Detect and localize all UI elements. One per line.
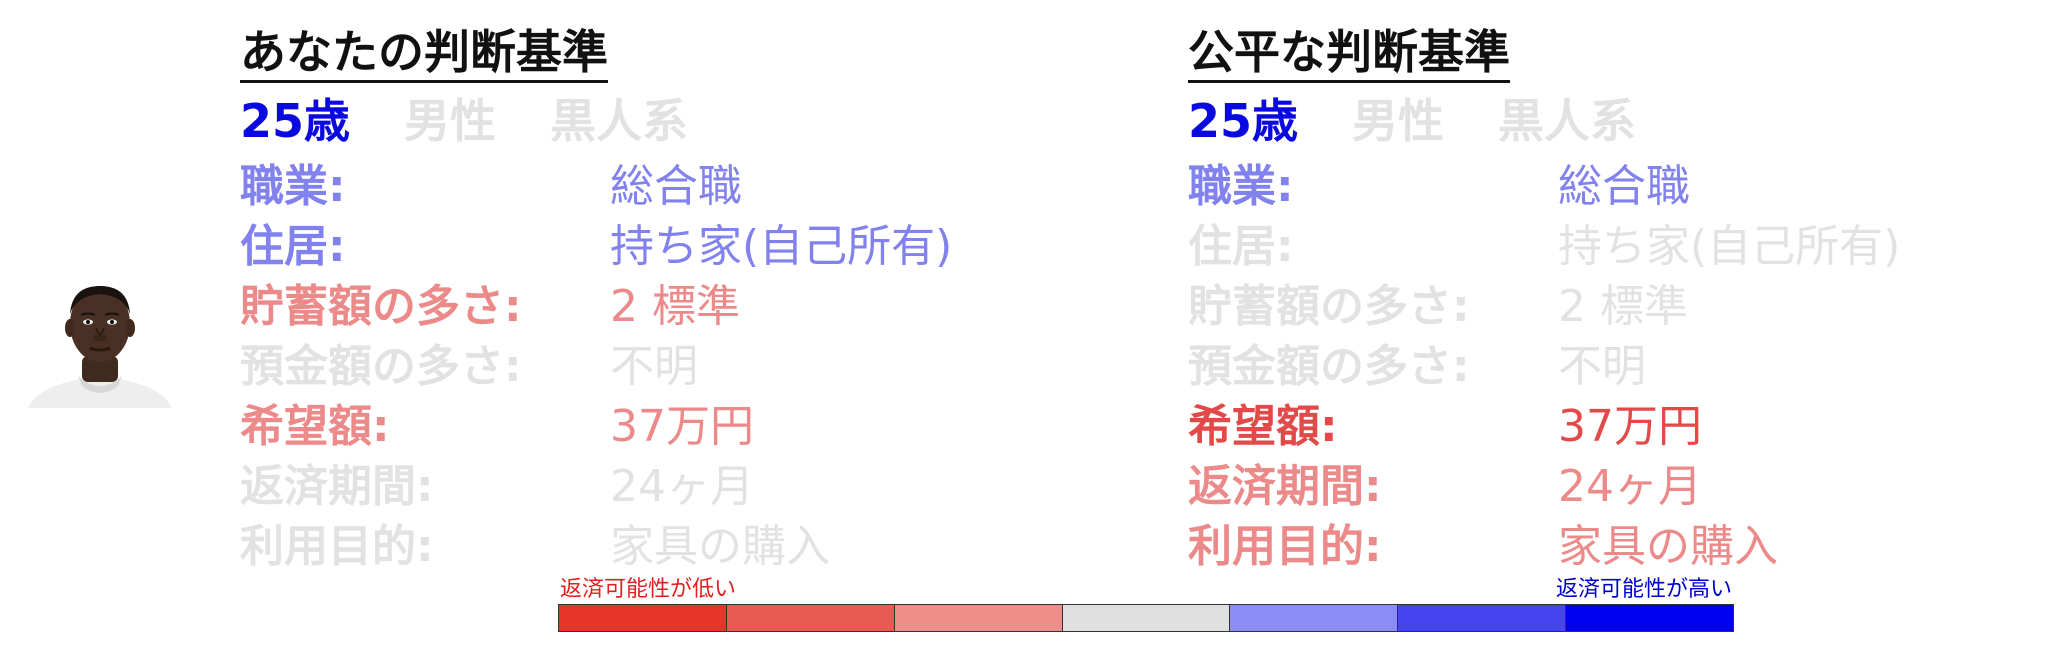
feature-value: 37万円: [1558, 401, 1702, 452]
feature-label: 利用目的:: [240, 521, 434, 572]
feature-value: 2 標準: [1558, 281, 1688, 332]
feature-label: 預金額の多さ:: [1188, 341, 1470, 392]
scale-segment: [1230, 605, 1399, 631]
demographics-row: 25歳 男性 黒人系: [1188, 91, 1690, 151]
demographic-age: 25歳: [1188, 94, 1299, 148]
demographic-race: 黒人系: [550, 94, 689, 148]
feature-label: 住居:: [240, 221, 346, 272]
scale-segment: [559, 605, 727, 631]
feature-row-occupation: 職業: 総合職: [240, 157, 1060, 217]
feature-value: 不明: [610, 341, 698, 392]
panel-title: あなたの判断基準: [240, 24, 608, 83]
demographics-row: 25歳 男性 黒人系: [240, 91, 742, 151]
feature-label: 返済期間:: [240, 461, 434, 512]
feature-label: 職業:: [1188, 161, 1294, 212]
feature-label: 希望額:: [1188, 401, 1338, 452]
feature-row-deposits: 預金額の多さ: 不明: [240, 337, 1060, 397]
feature-row-requested-amount: 希望額: 37万円: [240, 397, 1060, 457]
demographic-race: 黒人系: [1498, 94, 1637, 148]
panel-title: 公平な判断基準: [1188, 24, 1510, 83]
fair-criteria-panel: 公平な判断基準 25歳 男性 黒人系 職業: 総合職 住居: 持ち家(自己所有)…: [1188, 0, 2008, 580]
feature-value: 持ち家(自己所有): [1558, 221, 1901, 272]
feature-label: 貯蓄額の多さ:: [240, 281, 522, 332]
your-criteria-panel: あなたの判断基準 25歳 男性 黒人系 職業: 総合職 住居: 持ち家(自己所有…: [240, 0, 1060, 580]
feature-label: 預金額の多さ:: [240, 341, 522, 392]
feature-row-repayment-period: 返済期間: 24ヶ月: [240, 457, 1060, 517]
feature-value: 家具の購入: [1558, 521, 1778, 572]
feature-row-requested-amount: 希望額: 37万円: [1188, 397, 2008, 457]
feature-row-purpose: 利用目的: 家具の購入: [1188, 517, 2008, 577]
feature-row-savings: 貯蓄額の多さ: 2 標準: [1188, 277, 2008, 337]
feature-value: 37万円: [610, 401, 754, 452]
low-repayment-label: 返済可能性が低い: [560, 577, 737, 602]
repayment-likelihood-scale: [558, 604, 1734, 632]
scale-segment: [1398, 605, 1567, 631]
feature-row-purpose: 利用目的: 家具の購入: [240, 517, 1060, 577]
scale-segment: [726, 605, 895, 631]
feature-row-repayment-period: 返済期間: 24ヶ月: [1188, 457, 2008, 517]
scale-segment: [1566, 605, 1734, 631]
demographic-gender: 男性: [1352, 94, 1445, 148]
scale-segment: [894, 605, 1063, 631]
feature-value: 24ヶ月: [1558, 461, 1702, 512]
feature-row-deposits: 預金額の多さ: 不明: [1188, 337, 2008, 397]
demographic-gender: 男性: [404, 94, 497, 148]
feature-value: 2 標準: [610, 281, 740, 332]
scale-segment: [1062, 605, 1231, 631]
feature-label: 返済期間:: [1188, 461, 1382, 512]
feature-value: 不明: [1558, 341, 1646, 392]
feature-label: 希望額:: [240, 401, 390, 452]
feature-label: 職業:: [240, 161, 346, 212]
feature-label: 利用目的:: [1188, 521, 1382, 572]
feature-value: 総合職: [1558, 161, 1690, 212]
feature-label: 貯蓄額の多さ:: [1188, 281, 1470, 332]
feature-value: 家具の購入: [610, 521, 830, 572]
high-repayment-label: 返済可能性が高い: [1555, 577, 1732, 602]
feature-row-occupation: 職業: 総合職: [1188, 157, 2008, 217]
demographic-age: 25歳: [240, 94, 351, 148]
feature-row-housing: 住居: 持ち家(自己所有): [1188, 217, 2008, 277]
feature-value: 持ち家(自己所有): [610, 221, 953, 272]
applicant-portrait: [28, 286, 172, 408]
feature-value: 24ヶ月: [610, 461, 754, 512]
feature-label: 住居:: [1188, 221, 1294, 272]
feature-row-housing: 住居: 持ち家(自己所有): [240, 217, 1060, 277]
feature-row-savings: 貯蓄額の多さ: 2 標準: [240, 277, 1060, 337]
feature-value: 総合職: [610, 161, 742, 212]
